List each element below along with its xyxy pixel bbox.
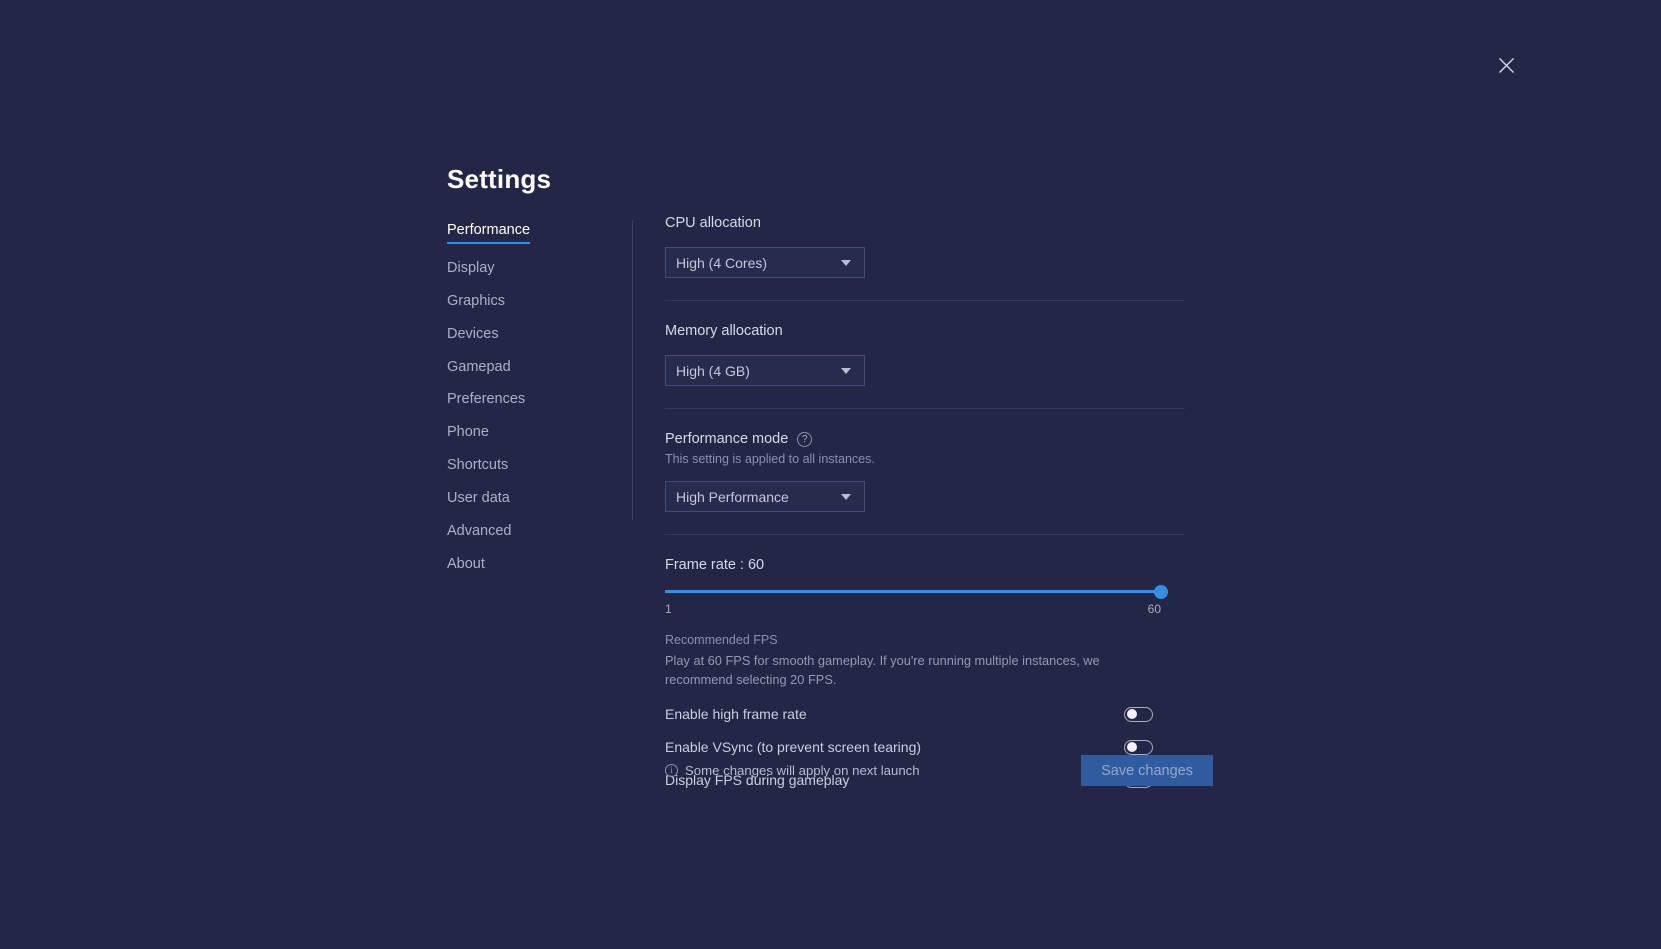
- sidebar-item-advanced[interactable]: Advanced: [447, 524, 512, 540]
- sidebar-item-preferences[interactable]: Preferences: [447, 392, 525, 408]
- memory-allocation-value: High (4 GB): [676, 362, 750, 379]
- performance-mode-note: This setting is applied to all instances…: [665, 452, 875, 466]
- cpu-allocation-group: CPU allocation High (4 Cores): [665, 215, 1185, 278]
- sidebar-item-performance[interactable]: Performance: [447, 223, 531, 244]
- frame-rate-group: Frame rate : 60 1 60 Recommended FPS Pla…: [665, 535, 1185, 788]
- save-changes-button[interactable]: Save changes: [1081, 755, 1213, 786]
- slider-thumb[interactable]: [1154, 584, 1168, 599]
- chevron-down-icon: [841, 259, 851, 266]
- toggle-row: Enable VSync (to prevent screen tearing): [665, 739, 1153, 755]
- sidebar-item-gamepad[interactable]: Gamepad: [447, 360, 511, 376]
- cpu-allocation-select[interactable]: High (4 Cores): [665, 247, 865, 278]
- slider-fill: [665, 590, 1161, 593]
- sidebar-item-devices[interactable]: Devices: [447, 327, 499, 343]
- cpu-allocation-label: CPU allocation: [665, 215, 761, 231]
- sidebar: Performance Display Graphics Devices Gam…: [447, 222, 607, 589]
- close-icon[interactable]: [1491, 50, 1521, 80]
- settings-panel: CPU allocation High (4 Cores) Memory all…: [665, 215, 1185, 788]
- slider-max-label: 60: [1147, 602, 1161, 616]
- frame-rate-label: Frame rate : 60: [665, 557, 765, 573]
- slider-track[interactable]: [665, 584, 1168, 599]
- frame-rate-slider[interactable]: 1 60: [665, 584, 1168, 616]
- help-circle-icon[interactable]: ?: [797, 431, 813, 447]
- footer: i Some changes will apply on next launch…: [665, 755, 1213, 786]
- info-circle-icon: i: [665, 764, 678, 777]
- performance-mode-value: High Performance: [676, 488, 789, 505]
- high-frame-rate-label: Enable high frame rate: [665, 706, 807, 723]
- cpu-allocation-value: High (4 Cores): [676, 254, 768, 271]
- notice-text: Some changes will apply on next launch: [685, 763, 920, 778]
- chevron-down-icon: [841, 367, 851, 374]
- recommended-fps-body: Play at 60 FPS for smooth gameplay. If y…: [665, 653, 1100, 687]
- toggle-row: Enable high frame rate: [665, 706, 1153, 722]
- memory-allocation-select[interactable]: High (4 GB): [665, 355, 865, 386]
- sidebar-item-user-data[interactable]: User data: [447, 491, 510, 507]
- settings-window: Settings Performance Display Graphics De…: [0, 0, 1661, 949]
- sidebar-item-shortcuts[interactable]: Shortcuts: [447, 458, 508, 474]
- chevron-down-icon: [841, 493, 851, 500]
- memory-allocation-group: Memory allocation High (4 GB): [665, 301, 1185, 386]
- high-frame-rate-toggle[interactable]: [1124, 706, 1153, 722]
- sidebar-item-about[interactable]: About: [447, 557, 485, 573]
- toggle-knob: [1127, 742, 1137, 753]
- vertical-divider: [632, 220, 633, 520]
- performance-mode-group: Performance mode ? This setting is appli…: [665, 409, 1185, 512]
- next-launch-notice: i Some changes will apply on next launch: [665, 763, 920, 778]
- sidebar-item-graphics[interactable]: Graphics: [447, 294, 505, 310]
- toggle-knob: [1127, 709, 1137, 720]
- memory-allocation-label: Memory allocation: [665, 323, 783, 339]
- sidebar-item-phone[interactable]: Phone: [447, 425, 489, 441]
- vsync-toggle[interactable]: [1124, 739, 1153, 755]
- sidebar-item-display[interactable]: Display: [447, 261, 495, 277]
- page-title: Settings: [447, 164, 552, 194]
- slider-min-label: 1: [665, 602, 672, 616]
- performance-mode-select[interactable]: High Performance: [665, 481, 865, 512]
- recommended-fps-title: Recommended FPS: [665, 633, 778, 647]
- vsync-label: Enable VSync (to prevent screen tearing): [665, 739, 922, 756]
- performance-mode-label: Performance mode: [665, 431, 789, 447]
